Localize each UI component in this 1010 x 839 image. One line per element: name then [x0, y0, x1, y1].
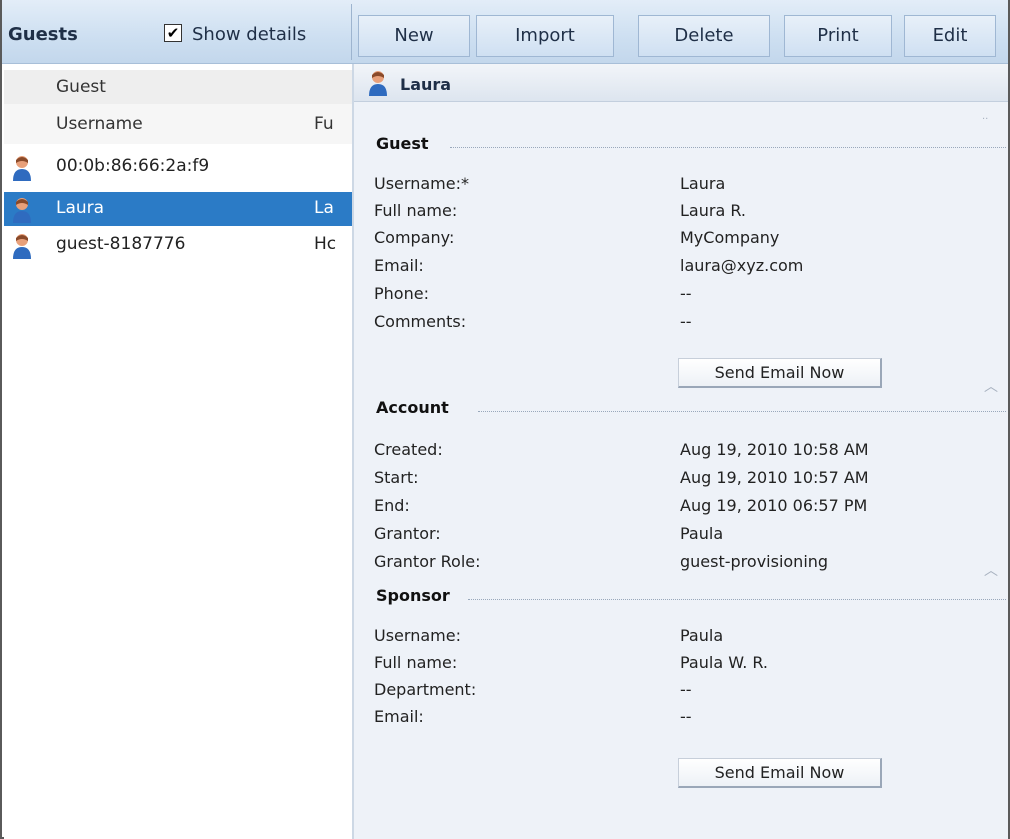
field-label: Grantor: — [374, 524, 441, 543]
show-details-checkbox[interactable]: ✔ — [164, 24, 182, 42]
field-value: -- — [680, 284, 692, 303]
field-value: Paula — [680, 524, 724, 543]
section-divider — [468, 599, 1006, 600]
field-value: Paula W. R. — [680, 653, 768, 672]
column-header-username[interactable]: Username — [56, 114, 143, 134]
field-value: guest-provisioning — [680, 552, 829, 571]
field-value: -- — [680, 312, 692, 331]
field-label: Phone: — [374, 284, 429, 303]
field-value: Aug 19, 2010 10:58 AM — [680, 440, 869, 459]
detail-pane: Laura ·· Guest Username:* Laura Full nam… — [354, 64, 1008, 839]
user-icon — [12, 233, 32, 264]
panel-title: Guests — [8, 24, 78, 45]
guests-window: Guests ✔ Show details New Import Delete … — [0, 0, 1010, 839]
send-email-button[interactable]: Send Email Now — [678, 358, 882, 388]
send-email-button[interactable]: Send Email Now — [678, 758, 882, 788]
detail-header: Laura — [354, 64, 1008, 102]
field-label: Created: — [374, 440, 443, 459]
field-value: Paula — [680, 626, 724, 645]
table-row[interactable]: 00:0b:86:66:2a:f9 — [4, 150, 352, 184]
section-title-account: Account — [376, 398, 449, 417]
section-divider — [478, 411, 1006, 412]
field-value: -- — [680, 680, 692, 699]
row-fullname: La — [314, 198, 334, 218]
section-divider — [450, 147, 1006, 148]
table-row-selected[interactable]: Laura La — [4, 192, 352, 226]
field-label: Grantor Role: — [374, 552, 481, 571]
field-value: -- — [680, 707, 692, 726]
detail-title: Laura — [400, 75, 452, 94]
pane-resize-icon: ·· — [982, 114, 989, 125]
field-label: Comments: — [374, 312, 467, 331]
field-label: Username: — [374, 626, 461, 645]
edit-button[interactable]: Edit — [904, 15, 996, 57]
field-label: End: — [374, 496, 410, 515]
row-username: 00:0b:86:66:2a:f9 — [56, 156, 210, 176]
delete-button[interactable]: Delete — [638, 15, 770, 57]
section-title-sponsor: Sponsor — [376, 586, 450, 605]
field-value: Aug 19, 2010 10:57 AM — [680, 468, 869, 487]
user-icon — [368, 70, 388, 101]
field-value: Laura R. — [680, 201, 746, 220]
user-icon — [12, 155, 32, 186]
collapse-chevron-icon[interactable]: ︿ — [984, 376, 998, 396]
field-label: Username:* — [374, 174, 469, 193]
field-label: Email: — [374, 256, 424, 275]
show-details-label[interactable]: Show details — [192, 24, 306, 45]
field-label: Email: — [374, 707, 424, 726]
toolbar-divider — [351, 4, 352, 60]
print-button[interactable]: Print — [784, 15, 892, 57]
table-row[interactable]: guest-8187776 Hc — [4, 228, 352, 262]
section-title-guest: Guest — [376, 134, 429, 153]
collapse-chevron-icon[interactable]: ︿ — [984, 560, 998, 580]
field-value: Aug 19, 2010 06:57 PM — [680, 496, 868, 515]
new-button[interactable]: New — [358, 15, 470, 57]
row-fullname: Hc — [314, 234, 337, 254]
user-icon — [12, 197, 32, 228]
row-username: Laura — [56, 198, 105, 218]
column-header-fullname[interactable]: Fu — [314, 114, 334, 134]
field-label: Start: — [374, 468, 419, 487]
field-label: Company: — [374, 228, 455, 247]
field-value: laura@xyz.com — [680, 256, 804, 275]
field-label: Department: — [374, 680, 477, 699]
group-header-label: Guest — [56, 77, 106, 97]
toolbar: Guests ✔ Show details New Import Delete … — [2, 0, 1008, 64]
row-username: guest-8187776 — [56, 234, 186, 254]
group-header: Guest — [4, 70, 352, 104]
field-value: Laura — [680, 174, 726, 193]
import-button[interactable]: Import — [476, 15, 614, 57]
guest-list: Guest Username Fu 00:0b:86:66:2a:f9 Laur… — [4, 64, 352, 839]
field-value: MyCompany — [680, 228, 780, 247]
field-label: Full name: — [374, 201, 458, 220]
field-label: Full name: — [374, 653, 458, 672]
column-header-row: Username Fu — [4, 104, 352, 144]
